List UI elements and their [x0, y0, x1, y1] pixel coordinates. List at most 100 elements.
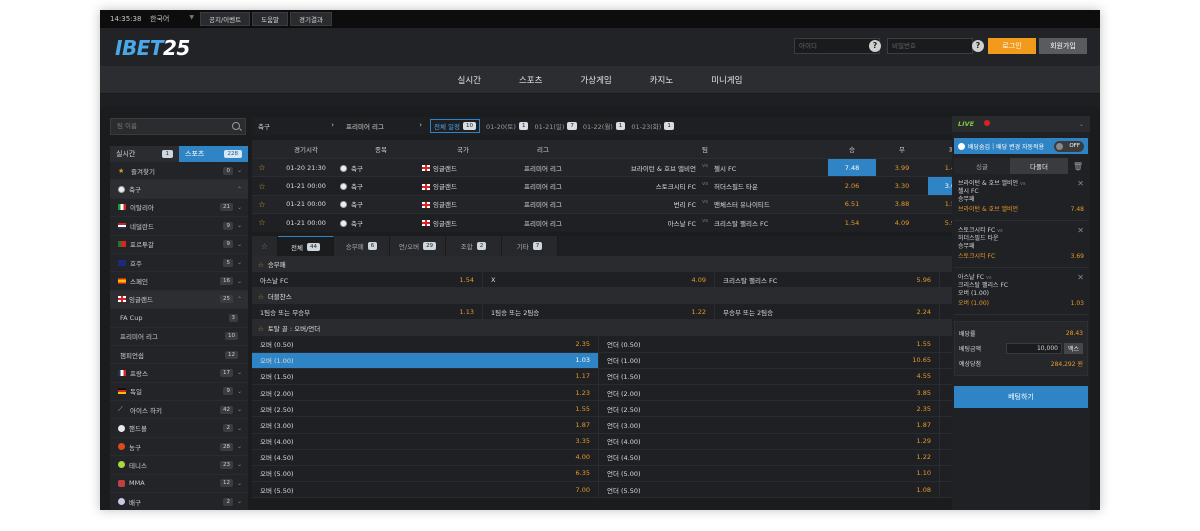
close-icon[interactable]: ✕ [1077, 274, 1084, 282]
help-link[interactable]: 도움말 [252, 12, 289, 26]
search-icon[interactable] [232, 122, 240, 130]
password-input[interactable]: 비밀번호 [887, 38, 973, 54]
nav-casino[interactable]: 카지노 [650, 74, 673, 86]
over-cell[interactable]: 오버 (2.50) 1.55 [252, 401, 599, 417]
over-cell[interactable]: 오버 (5.50) 7.00 [252, 482, 599, 498]
sidebar-item-australia[interactable]: 호주 5 ⌄ [110, 253, 248, 273]
sidebar-item-england[interactable]: 잉글랜드 25 ⌃ [110, 290, 248, 310]
sidebar-item-volleyball[interactable]: 배구 2 ⌄ [110, 493, 248, 510]
sidebar-item-championship[interactable]: 챔피언쉽 12 [110, 345, 248, 365]
search-input[interactable]: 팀 이름 [111, 122, 137, 130]
sidebar-item-ice-hockey[interactable]: ⟋ 아이스 하키 42 ⌄ [110, 401, 248, 420]
sidebar-item-italy[interactable]: 이탈리아 21 ⌄ [110, 198, 248, 218]
sidebar-item-tennis[interactable]: 테니스 23 ⌄ [110, 456, 248, 475]
sidebar-item-germany[interactable]: 독일 9 ⌄ [110, 382, 248, 402]
odd-draw[interactable]: 3.30 [878, 177, 926, 194]
star-icon[interactable]: ☆ [252, 163, 272, 172]
odd-cell[interactable]: 아스날 FC 1.54 [252, 272, 483, 288]
join-button[interactable]: 회원가입 [1039, 38, 1087, 54]
close-icon[interactable]: ✕ [1077, 180, 1084, 188]
tab-all[interactable]: 전체 44 [278, 236, 334, 256]
max-button[interactable]: 맥스 [1063, 343, 1083, 354]
odd-win[interactable]: 7.48 [828, 159, 876, 177]
logo[interactable]: IBET25 [115, 36, 190, 60]
sidebar-item-soccer[interactable]: 축구 ⌃ [110, 180, 248, 199]
id-input[interactable]: 아이디 [794, 38, 880, 54]
sidebar-item-favorites[interactable]: ★ 즐겨찾기 0 ⌄ [110, 162, 248, 181]
odd-win[interactable]: 1.54 [828, 214, 876, 231]
under-cell[interactable]: 언더 (2.50) 2.35 [599, 401, 940, 417]
over-cell[interactable]: 오버 (5.00) 6.35 [252, 465, 599, 482]
under-cell[interactable]: 언더 (5.00) 1.10 [599, 465, 940, 482]
odd-draw[interactable]: 4.09 [878, 214, 926, 231]
id-help-icon[interactable]: ? [869, 40, 881, 52]
close-icon[interactable]: ✕ [1077, 227, 1084, 235]
date-tab-0122[interactable]: 01-22(월) 1 [583, 121, 626, 131]
under-cell[interactable]: 언더 (4.00) 1.29 [599, 433, 940, 449]
tab-live[interactable]: 실시간 1 [110, 146, 179, 162]
sidebar-item-mma[interactable]: MMA 12 ⌄ [110, 474, 248, 494]
tab-other[interactable]: 기타 7 [502, 236, 558, 256]
section-total-goals[interactable]: ☆토탈 골 : 오버/언더 ⌃ [252, 320, 1040, 337]
results-link[interactable]: 경기결과 [290, 12, 332, 26]
nav-live[interactable]: 실시간 [458, 74, 481, 86]
tab-win-draw-lose[interactable]: 승무패 6 [334, 236, 390, 256]
star-icon[interactable]: ☆ [252, 218, 272, 227]
section-win-draw-lose[interactable]: ☆승무패 ⌃ [252, 256, 1040, 272]
place-bet-button[interactable]: 베팅하기 [954, 386, 1088, 408]
nav-minigame[interactable]: 미니게임 [711, 74, 742, 86]
sidebar-item-basketball[interactable]: 농구 28 ⌄ [110, 437, 248, 457]
date-tab-0121[interactable]: 01-21(일) 7 [534, 121, 577, 131]
team-search[interactable]: 팀 이름 [110, 118, 246, 135]
odd-cell[interactable]: 1팀승 또는 무승부 1.13 [252, 304, 483, 320]
under-cell[interactable]: 언더 (3.00) 1.87 [599, 417, 940, 433]
tab-multi[interactable]: 다폴더 [1010, 158, 1068, 174]
odd-cell[interactable]: 무승부 또는 2팀승 2.24 [715, 304, 940, 320]
breadcrumb-sport[interactable]: 축구 [258, 121, 270, 131]
under-cell[interactable]: 언더 (1.00) 10.65 [599, 352, 940, 368]
odd-draw[interactable]: 3.99 [878, 159, 926, 176]
tab-favorites-star-icon[interactable]: ☆ [252, 236, 278, 256]
sidebar-item-netherlands[interactable]: 네덜란드 9 ⌄ [110, 217, 248, 236]
odd-cell[interactable]: X 4.09 [483, 272, 715, 288]
login-button[interactable]: 로그인 [988, 38, 1036, 54]
under-cell[interactable]: 언더 (2.00) 3.85 [599, 384, 940, 401]
star-icon[interactable]: ☆ [252, 200, 272, 209]
date-tab-all[interactable]: 전체 일정 10 [430, 119, 480, 133]
password-help-icon[interactable]: ? [972, 40, 984, 52]
tab-under-over[interactable]: 언/오버 29 [390, 236, 446, 256]
tab-single[interactable]: 싱글 [954, 158, 1010, 174]
star-icon[interactable]: ☆ [258, 293, 264, 301]
chevron-down-icon[interactable]: ⌄ [1079, 121, 1084, 128]
odd-win[interactable]: 2.06 [828, 177, 876, 194]
breadcrumb-league[interactable]: 프리미어 리그 [346, 121, 384, 131]
live-header[interactable]: LIVE ⌄ [952, 116, 1090, 132]
odd-draw[interactable]: 3.88 [878, 196, 926, 213]
sidebar-item-spain[interactable]: 스페인 16 ⌄ [110, 272, 248, 291]
star-icon[interactable]: ☆ [258, 325, 264, 333]
section-double-chance[interactable]: ☆더블찬스 ⌃ [252, 288, 1040, 305]
trash-icon[interactable]: 🗑 [1068, 162, 1088, 171]
sidebar-item-portugal[interactable]: 포르투갈 9 ⌄ [110, 235, 248, 254]
tab-sports[interactable]: 스포츠 228 [179, 146, 248, 162]
over-cell[interactable]: 오버 (3.00) 1.87 [252, 417, 599, 433]
over-cell[interactable]: 오버 (0.50) 2.35 [252, 336, 599, 352]
auto-apply-toggle[interactable]: OFF [1054, 140, 1084, 152]
odd-cell[interactable]: 크리스탈 팰리스 FC 5.96 [715, 272, 940, 288]
under-cell[interactable]: 언더 (0.50) 1.55 [599, 336, 940, 352]
sidebar-item-fa-cup[interactable]: FA Cup 3 [110, 309, 248, 328]
over-cell[interactable]: 오버 (4.00) 3.35 [252, 433, 599, 449]
under-cell[interactable]: 언더 (5.50) 1.08 [599, 482, 940, 498]
over-cell[interactable]: 오버 (1.00) 1.03 [252, 352, 599, 368]
odd-cell[interactable]: 1팀승 또는 2팀승 1.22 [483, 304, 715, 320]
over-cell[interactable]: 오버 (2.00) 1.23 [252, 384, 599, 401]
bet-amount-input[interactable]: 10,000 [1005, 343, 1062, 354]
odd-win[interactable]: 6.51 [828, 196, 876, 213]
nav-virtual[interactable]: 가상게임 [580, 74, 611, 86]
notice-event-link[interactable]: 공지/이벤트 [200, 12, 251, 26]
under-cell[interactable]: 언더 (1.50) 4.55 [599, 368, 940, 384]
date-tab-0123[interactable]: 01-23(화) 1 [631, 121, 674, 131]
sidebar-item-premier-league[interactable]: 프리미어 리그 10 [110, 327, 248, 346]
sidebar-item-handball[interactable]: 핸드볼 2 ⌄ [110, 419, 248, 438]
under-cell[interactable]: 언더 (4.50) 1.22 [599, 449, 940, 465]
